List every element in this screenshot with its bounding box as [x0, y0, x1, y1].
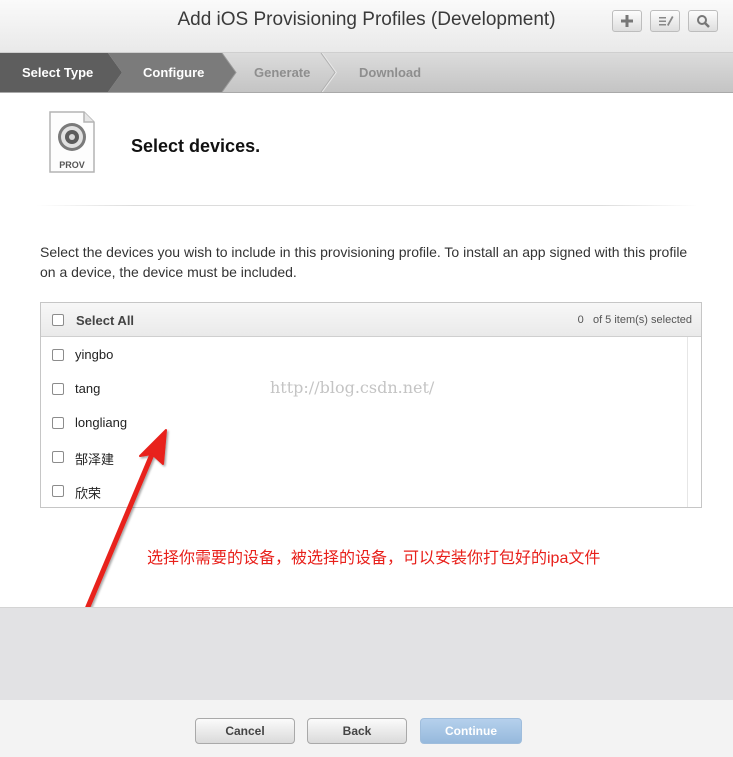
- list-scrollbar[interactable]: [687, 337, 701, 507]
- list-item[interactable]: 欣荣: [41, 473, 686, 507]
- watermark: http://blog.csdn.net/: [270, 378, 435, 397]
- title-bar: Add iOS Provisioning Profiles (Developme…: [0, 0, 733, 53]
- device-name: tang: [75, 381, 101, 396]
- list-item[interactable]: longliang: [41, 405, 686, 439]
- plus-icon: [621, 15, 633, 27]
- device-name: 欣荣: [75, 486, 102, 501]
- edit-icon: [659, 16, 674, 26]
- step-generate: Generate: [254, 65, 311, 80]
- search-icon: [697, 15, 710, 28]
- selected-count-suffix: of 5 item(s) selected: [592, 314, 692, 326]
- step-download: Download: [359, 65, 422, 80]
- list-item[interactable]: yingbo: [41, 337, 686, 371]
- selected-count: 0: [577, 314, 584, 326]
- prov-icon-label: PROV: [59, 160, 85, 170]
- device-name: 郜泽建: [75, 452, 115, 467]
- edit-button[interactable]: [650, 10, 680, 32]
- cancel-button[interactable]: Cancel: [195, 718, 295, 744]
- select-all-checkbox[interactable]: [52, 314, 64, 326]
- search-button[interactable]: [688, 10, 718, 32]
- device-list-header: Select All 0 of 5 item(s) selected: [41, 303, 701, 337]
- steps-bar: Select Type Configure Generate Download: [0, 53, 733, 93]
- device-checkbox[interactable]: [52, 349, 64, 361]
- device-checkbox[interactable]: [52, 383, 64, 395]
- footer-spacer: [0, 607, 733, 701]
- list-item[interactable]: 郜泽建: [41, 439, 686, 473]
- back-button[interactable]: Back: [307, 718, 407, 744]
- device-list: Select All 0 of 5 item(s) selected yingb…: [40, 302, 702, 508]
- page-heading: Select devices.: [131, 136, 261, 156]
- select-all-label: Select All: [76, 313, 135, 328]
- device-checkbox[interactable]: [52, 451, 64, 463]
- add-button[interactable]: [612, 10, 642, 32]
- continue-button[interactable]: Continue: [420, 718, 522, 744]
- device-name: yingbo: [75, 347, 114, 362]
- provisioning-profile-icon: PROV: [49, 111, 95, 173]
- instruction-text: Select the devices you wish to include i…: [40, 244, 688, 280]
- device-name: longliang: [75, 415, 128, 430]
- step-select-type: Select Type: [22, 65, 94, 80]
- device-checkbox[interactable]: [52, 417, 64, 429]
- step-configure: Configure: [143, 65, 205, 80]
- selection-count: 0 of 5 item(s) selected: [578, 314, 692, 326]
- device-checkbox[interactable]: [52, 485, 64, 497]
- header-divider: [36, 205, 698, 206]
- annotation-text: 选择你需要的设备，被选择的设备，可以安装你打包好的ipa文件: [147, 550, 601, 567]
